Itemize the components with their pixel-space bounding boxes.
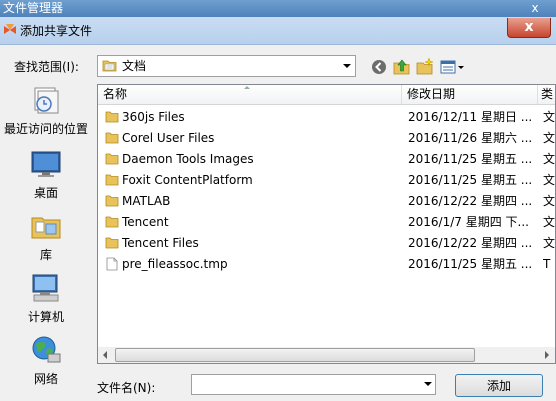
file-type: 文: [543, 215, 556, 229]
outer-close-icon: x: [531, 1, 539, 15]
libraries-icon: [31, 217, 61, 239]
column-header-label: 类: [541, 87, 554, 101]
folder-icon: [105, 237, 119, 249]
column-header-label: 修改日期: [407, 87, 456, 101]
outer-window-title: 文件管理器: [3, 1, 64, 15]
up-folder-button[interactable]: [392, 57, 412, 77]
place-libraries[interactable]: 库: [0, 210, 92, 266]
computer-icon: [32, 274, 59, 302]
dialog-title: 添加共享文件: [20, 24, 93, 38]
scroll-right-button[interactable]: [539, 347, 555, 363]
app-logo-icon: [4, 24, 16, 34]
outer-window-title-bar: 文件管理器: [0, 0, 556, 17]
file-type: T: [543, 257, 551, 271]
filename-label: 文件名(N):: [97, 381, 156, 395]
close-icon: x: [524, 19, 534, 35]
file-type: 文: [543, 152, 556, 166]
file-name: 360js Files: [122, 110, 185, 124]
file-row[interactable]: Corel User Files 2016/11/26 星期六 ... 文: [98, 128, 556, 149]
network-icon: [32, 336, 61, 363]
scrollbar-thumb[interactable]: [115, 348, 475, 362]
folder-icon: [105, 111, 119, 123]
file-type: 文: [543, 131, 556, 145]
look-in-value: 文档: [122, 59, 147, 73]
new-folder-button[interactable]: [415, 57, 435, 77]
place-label: 库: [39, 248, 52, 262]
file-name: Corel User Files: [122, 131, 215, 145]
outer-close-button[interactable]: x: [520, 0, 550, 17]
scroll-left-icon: [103, 351, 107, 359]
place-label: 计算机: [27, 310, 64, 324]
file-date: 2016/1/7 星期四 下...: [408, 215, 529, 229]
up-folder-icon: [393, 59, 410, 75]
folder-icon: [105, 153, 119, 165]
sort-ascending-icon: [244, 86, 250, 89]
file-type: 文: [543, 173, 556, 187]
column-header-name[interactable]: 名称: [98, 85, 402, 104]
file-row[interactable]: Tencent Files 2016/12/22 星期四 ... 文: [98, 233, 556, 254]
file-date: 2016/11/25 星期五 ...: [408, 173, 532, 187]
horizontal-scrollbar[interactable]: [98, 347, 555, 363]
column-header-date[interactable]: 修改日期: [402, 85, 538, 104]
file-row[interactable]: Daemon Tools Images 2016/11/25 星期五 ... 文: [98, 149, 556, 170]
recent-places-icon: [34, 87, 59, 114]
scroll-right-icon: [545, 351, 549, 359]
place-recent[interactable]: 最近访问的位置: [0, 84, 92, 140]
file-date: 2016/11/26 星期六 ...: [408, 131, 532, 145]
file-name: Tencent: [122, 215, 169, 229]
file-icon: [106, 257, 118, 271]
filename-input[interactable]: [191, 374, 436, 395]
place-label: 网络: [33, 372, 58, 386]
folder-icon: [105, 174, 119, 186]
places-bar: 最近访问的位置 桌面 库 计算机 网络: [0, 82, 92, 401]
place-computer[interactable]: 计算机: [0, 272, 92, 328]
file-type: 文: [543, 236, 556, 250]
column-header-type[interactable]: 类: [538, 85, 555, 104]
back-button[interactable]: [369, 57, 389, 77]
file-row[interactable]: Foxit ContentPlatform 2016/11/25 星期五 ...…: [98, 170, 556, 191]
file-date: 2016/12/22 星期四 ...: [408, 194, 532, 208]
desktop-icon: [31, 151, 61, 177]
folder-icon: [105, 195, 119, 207]
file-row[interactable]: Tencent 2016/1/7 星期四 下... 文: [98, 212, 556, 233]
back-arrow-icon: [372, 60, 386, 74]
place-label: 桌面: [33, 186, 58, 200]
look-in-label: 查找范围(I):: [14, 60, 79, 74]
documents-folder-icon: [102, 60, 117, 72]
screen: 文件管理器 x 添加共享文件 x 查找范围(I): 文档 最近访问的位置 桌面 …: [0, 0, 556, 401]
folder-icon: [105, 132, 119, 144]
file-list[interactable]: 名称 修改日期 类 360js Files 2016/12/11 星期日 ...…: [97, 84, 556, 364]
look-in-dropdown[interactable]: 文档: [97, 55, 356, 77]
file-name: MATLAB: [122, 194, 171, 208]
place-network[interactable]: 网络: [0, 334, 92, 390]
folder-icon: [105, 216, 119, 228]
view-menu-button[interactable]: [439, 57, 467, 77]
new-folder-icon: [416, 57, 434, 75]
file-type: 文: [543, 194, 556, 208]
file-name: Daemon Tools Images: [122, 152, 254, 166]
view-menu-icon: [440, 60, 464, 74]
file-row[interactable]: MATLAB 2016/12/22 星期四 ... 文: [98, 191, 556, 212]
file-date: 2016/12/11 星期日 ...: [408, 110, 532, 124]
place-label: 最近访问的位置: [3, 122, 88, 136]
dialog-close-button[interactable]: x: [507, 18, 551, 38]
file-row[interactable]: pre_fileassoc.tmp 2016/11/25 星期五 ... T: [98, 254, 555, 275]
chevron-down-icon: [343, 64, 351, 68]
file-date: 2016/12/22 星期四 ...: [408, 236, 532, 250]
chevron-down-icon[interactable]: [424, 382, 432, 386]
place-desktop[interactable]: 桌面: [0, 148, 92, 204]
file-type: 文: [543, 110, 556, 124]
file-date: 2016/11/25 星期五 ...: [408, 152, 532, 166]
add-button[interactable]: 添加: [455, 374, 543, 397]
file-row[interactable]: 360js Files 2016/12/11 星期日 ... 文: [98, 107, 556, 128]
file-date: 2016/11/25 星期五 ...: [408, 257, 532, 271]
file-name: pre_fileassoc.tmp: [122, 257, 228, 271]
file-name: Tencent Files: [122, 236, 199, 250]
dialog-title-bar: 添加共享文件 x: [0, 17, 556, 45]
column-header-label: 名称: [103, 87, 128, 101]
file-name: Foxit ContentPlatform: [122, 173, 253, 187]
list-header: 名称 修改日期 类: [98, 85, 555, 105]
scroll-left-button[interactable]: [98, 347, 114, 363]
